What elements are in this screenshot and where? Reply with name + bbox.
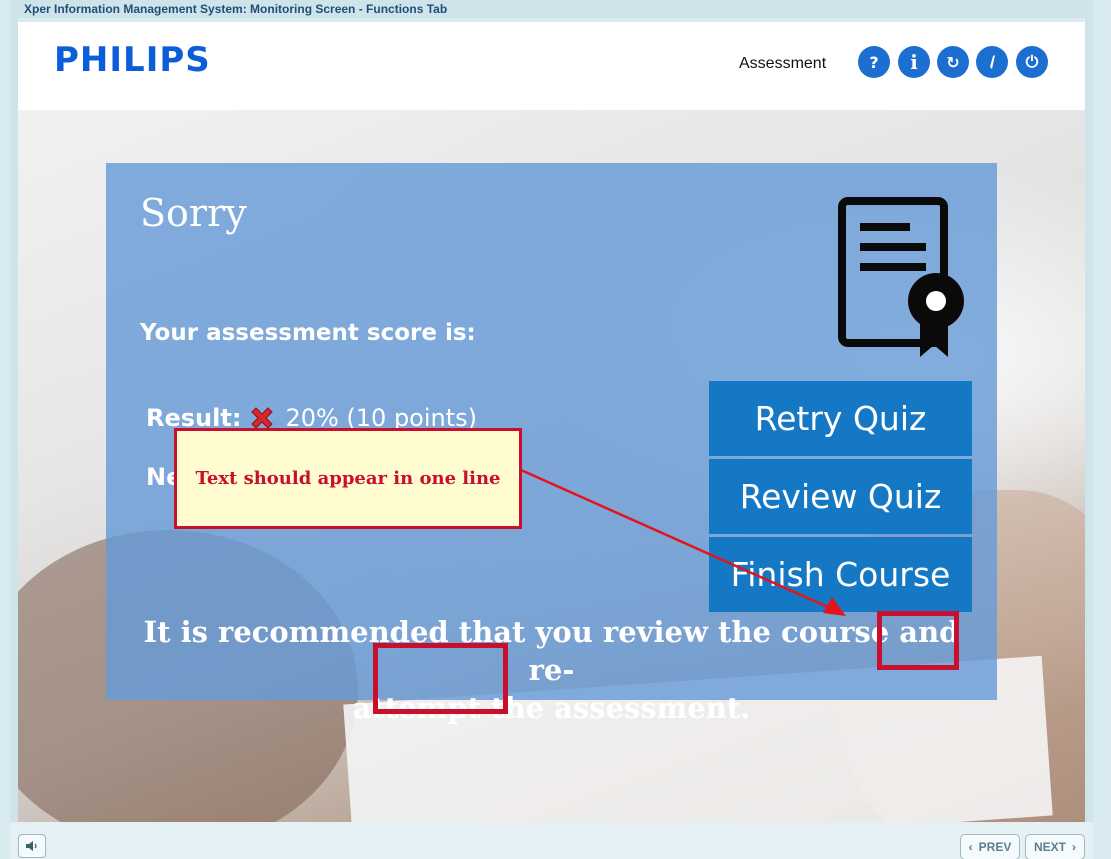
power-icon: ⏻ xyxy=(1025,52,1039,71)
next-button[interactable]: NEXT › xyxy=(1025,834,1085,859)
certificate-icon xyxy=(838,197,964,357)
chevron-right-icon: › xyxy=(1072,840,1077,854)
window-title: Xper Information Management System: Moni… xyxy=(10,0,1093,18)
replay-button[interactable]: ↻ xyxy=(937,46,969,78)
prev-label: PREV xyxy=(978,840,1012,854)
info-button[interactable]: i xyxy=(898,46,930,78)
annotation-box-re xyxy=(877,611,959,670)
score-label: Your assessment score is: xyxy=(140,320,476,346)
recommendation-text: It is recommended that you review the co… xyxy=(136,613,967,727)
help-button[interactable]: ? xyxy=(858,46,890,78)
finish-course-button[interactable]: Finish Course xyxy=(709,537,972,612)
replay-icon: ↻ xyxy=(946,52,960,72)
annotation-box-attempt xyxy=(373,643,508,714)
compass-icon xyxy=(990,55,995,69)
compass-button[interactable] xyxy=(976,46,1008,78)
annotation-text: Text should appear in one line xyxy=(195,468,501,489)
philips-logo: PHILIPS xyxy=(54,40,211,80)
recommendation-line-1: It is recommended that you review the co… xyxy=(143,615,960,687)
audio-button[interactable] xyxy=(18,834,46,858)
speaker-icon xyxy=(26,841,37,851)
header: PHILIPS Assessment ? i ↻ ⏻ xyxy=(18,22,1085,110)
section-title: Assessment xyxy=(739,55,827,72)
info-icon: i xyxy=(910,50,918,74)
review-quiz-button[interactable]: Review Quiz xyxy=(709,459,972,534)
power-button[interactable]: ⏻ xyxy=(1016,46,1048,78)
recommendation-line-2: attempt the assessment. xyxy=(352,691,751,725)
prev-button[interactable]: ‹ PREV xyxy=(960,834,1020,859)
retry-quiz-button[interactable]: Retry Quiz xyxy=(709,381,972,456)
frame-right xyxy=(1085,18,1093,822)
help-icon: ? xyxy=(869,52,879,72)
annotation-callout: Text should appear in one line xyxy=(174,428,522,529)
frame-left xyxy=(10,18,18,822)
chevron-left-icon: ‹ xyxy=(968,840,973,854)
next-button-label: NEXT xyxy=(1034,840,1067,854)
panel-title: Sorry xyxy=(140,191,247,235)
footer-bar: ‹ PREV NEXT › xyxy=(10,822,1093,859)
